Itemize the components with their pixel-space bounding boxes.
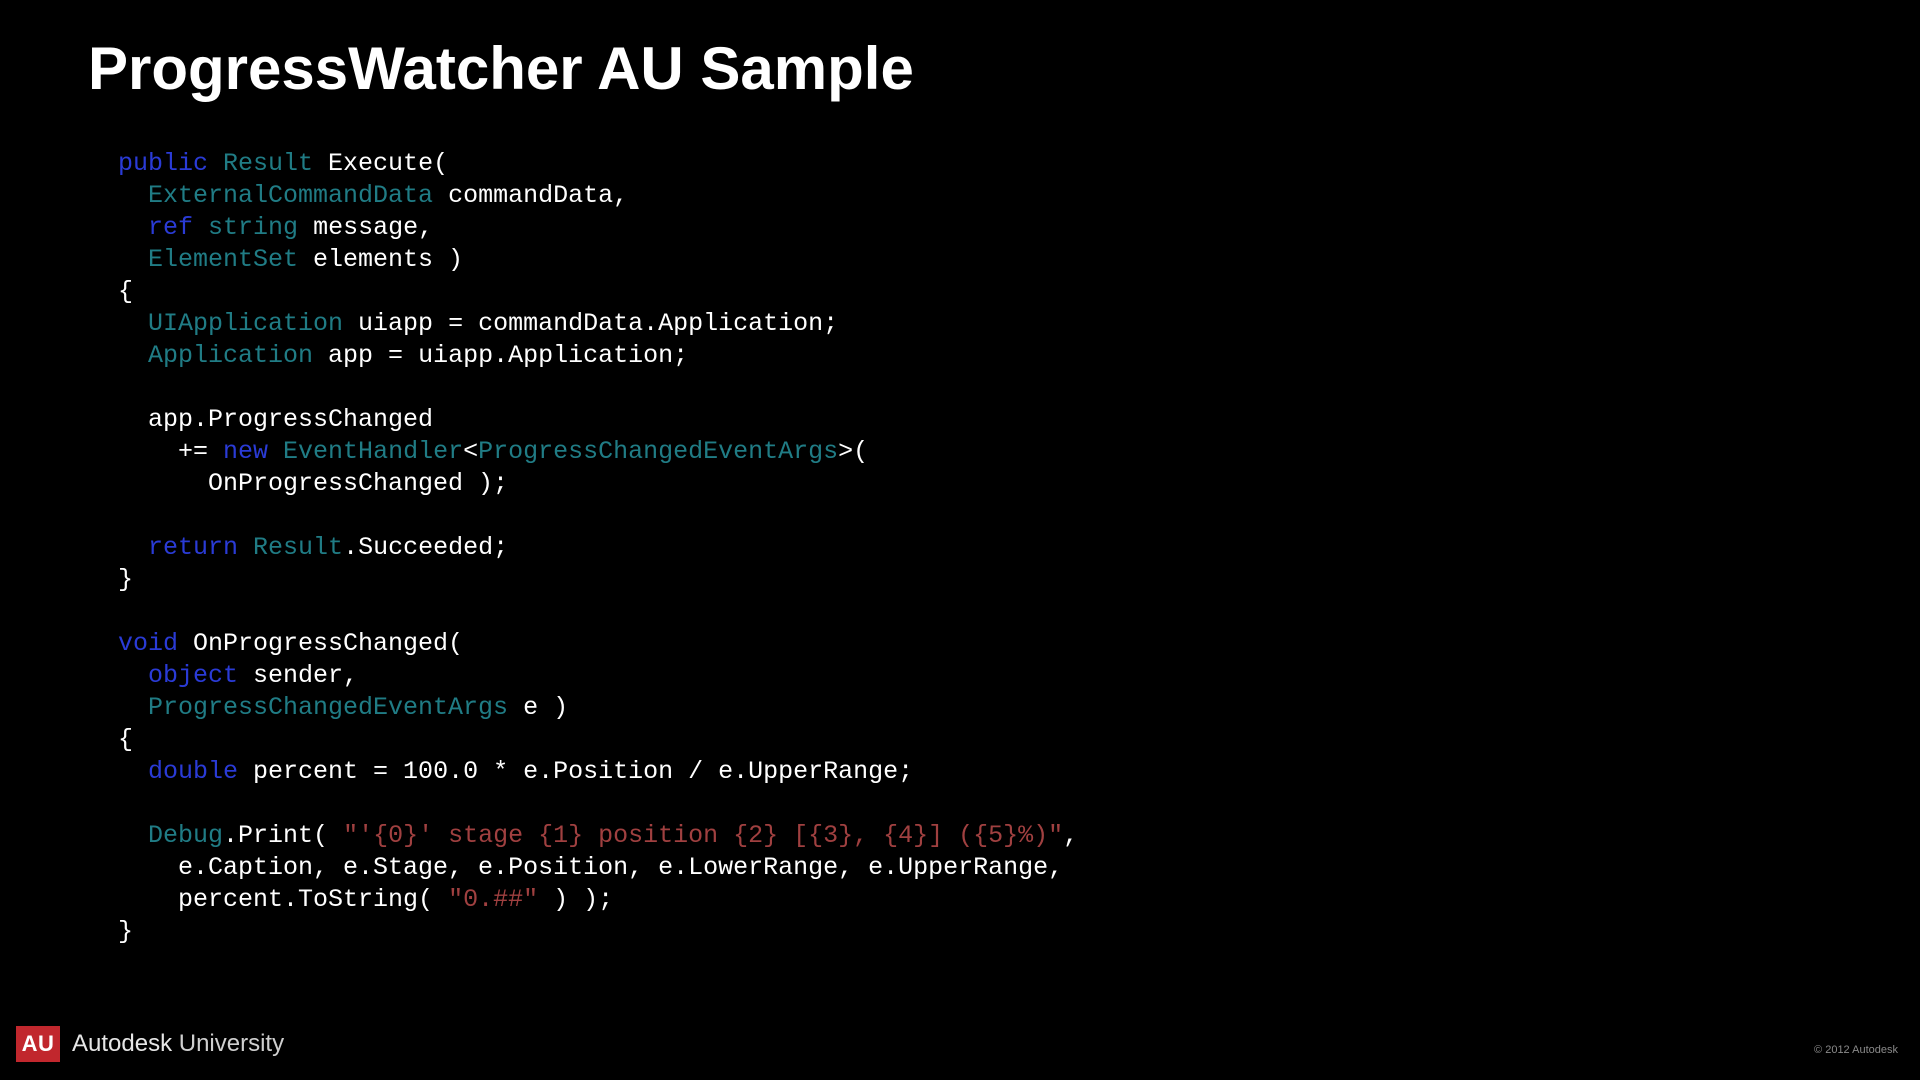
code-token: double — [148, 757, 238, 786]
code-token: { — [118, 725, 133, 754]
code-block: public Result Execute( ExternalCommandDa… — [118, 148, 1078, 948]
code-token: .Print( — [223, 821, 343, 850]
code-token: "0.##" — [448, 885, 538, 914]
code-token: return — [148, 533, 238, 562]
code-token: message, — [298, 213, 433, 242]
code-token: ElementSet — [118, 245, 298, 274]
code-token — [118, 213, 148, 242]
code-token: OnProgressChanged ); — [118, 469, 508, 498]
code-token: uiapp = commandData.Application; — [343, 309, 838, 338]
code-token: OnProgressChanged( — [178, 629, 463, 658]
au-logo-icon: AU — [16, 1026, 60, 1062]
code-token: elements ) — [298, 245, 463, 274]
code-token — [118, 821, 148, 850]
code-token: } — [118, 565, 133, 594]
copyright: © 2012 Autodesk — [1814, 1044, 1898, 1056]
code-token: app.ProgressChanged — [118, 405, 433, 434]
code-token: void — [118, 629, 178, 658]
footer-brand-bold: Autodesk — [72, 1030, 172, 1057]
code-token — [118, 533, 148, 562]
code-token: < — [463, 437, 478, 466]
code-token: Result — [208, 149, 313, 178]
code-token: ) ); — [538, 885, 613, 914]
code-token: ProgressChangedEventArgs — [118, 693, 508, 722]
code-token: percent = 100.0 * e.Position / e.UpperRa… — [238, 757, 913, 786]
code-token: object — [148, 661, 238, 690]
code-token: Result — [238, 533, 343, 562]
code-token: e ) — [508, 693, 568, 722]
code-token: Application — [118, 341, 313, 370]
code-token: Debug — [148, 821, 223, 850]
slide-title: ProgressWatcher AU Sample — [88, 34, 914, 103]
footer: AU Autodesk University — [16, 1026, 284, 1062]
code-token: >( — [838, 437, 868, 466]
code-token: EventHandler — [268, 437, 463, 466]
code-token: new — [223, 437, 268, 466]
code-token: ExternalCommandData — [118, 181, 433, 210]
code-token: , — [1063, 821, 1078, 850]
code-token: public — [118, 149, 208, 178]
code-token: .Succeeded; — [343, 533, 508, 562]
code-token: e.Caption, e.Stage, e.Position, e.LowerR… — [118, 853, 1063, 882]
code-token: += — [118, 437, 223, 466]
code-token: commandData, — [433, 181, 628, 210]
code-token: ref — [148, 213, 193, 242]
code-token — [118, 661, 148, 690]
code-token: } — [118, 917, 133, 946]
code-token: percent.ToString( — [118, 885, 448, 914]
code-token: string — [193, 213, 298, 242]
footer-brand-light: University — [172, 1030, 284, 1057]
code-token: sender, — [238, 661, 358, 690]
code-token: ProgressChangedEventArgs — [478, 437, 838, 466]
code-token: "'{0}' stage {1} position {2} [{3}, {4}]… — [343, 821, 1063, 850]
slide: ProgressWatcher AU Sample public Result … — [0, 0, 1920, 1080]
code-token — [118, 757, 148, 786]
code-token: { — [118, 277, 133, 306]
code-token: Execute( — [313, 149, 448, 178]
footer-brand: Autodesk University — [72, 1030, 284, 1058]
code-token: app = uiapp.Application; — [313, 341, 688, 370]
code-token: UIApplication — [118, 309, 343, 338]
